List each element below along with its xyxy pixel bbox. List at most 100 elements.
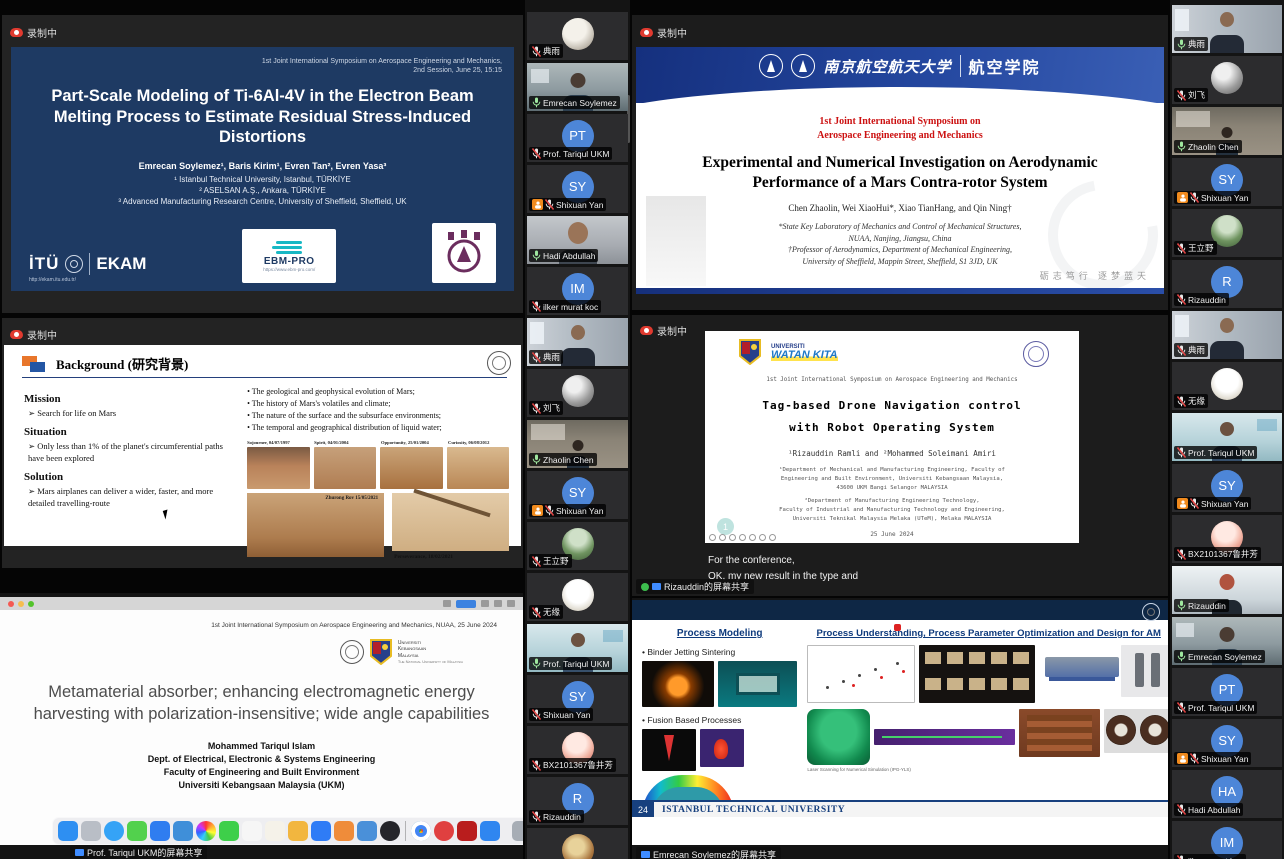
participant-tile[interactable]: SYShixuan Yan xyxy=(527,471,628,519)
shared-screen-panel-background[interactable]: 录制中 Background (研究背景) Mission ➢ Search f… xyxy=(2,318,523,568)
dock-icon-app-gray-1[interactable] xyxy=(512,821,523,841)
shared-screen-panel-nuaa[interactable]: 录制中 南京航空航天大学 航空学院 1st Joint Internationa… xyxy=(632,15,1168,310)
dock-icon-meeting[interactable] xyxy=(434,821,454,841)
participant-tile[interactable]: 典雨 xyxy=(1172,311,1282,359)
participant-tile[interactable]: RRizauddin xyxy=(1172,260,1282,308)
toolbar-active-icon[interactable] xyxy=(456,600,476,608)
titlebar-icons xyxy=(443,600,515,608)
participant-tile[interactable]: Hadi Abdullah xyxy=(527,216,628,264)
participant-tile[interactable]: Zhaolin Chen xyxy=(527,828,628,859)
shared-screen-panel-drone[interactable]: 录制中 UNIVERSITI WATAN KITA 1st Joint Inte… xyxy=(632,315,1168,596)
shared-screen-panel-metamaterial[interactable]: 1st Joint International Symposium on Aer… xyxy=(0,593,523,859)
participant-name-label: Shixuan Yan xyxy=(1174,191,1251,204)
participant-tile[interactable]: IMilker murat koc xyxy=(527,267,628,315)
solution-heading: Solution xyxy=(24,471,237,483)
nuaa-logo-icon xyxy=(759,54,783,78)
participant-tile[interactable]: 无缘 xyxy=(1172,362,1282,410)
screen-share-icon xyxy=(652,583,661,590)
participant-strip-left[interactable]: 典雨Emrecan SoylemezPTProf. Tariqul UKMSYS… xyxy=(525,0,630,859)
participant-name: Prof. Tariqul UKM xyxy=(543,659,609,669)
mic-muted-icon xyxy=(1177,243,1186,254)
dock-icon-facetime[interactable] xyxy=(219,821,239,841)
symposium-header: 1st Joint International Symposium on Aer… xyxy=(705,377,1079,383)
screen-share-icon xyxy=(75,849,84,856)
dock-icon-chrome[interactable] xyxy=(411,821,431,841)
participant-strip-right[interactable]: 典雨刘飞Zhaolin ChenSYShixuan Yan王立野RRizaudd… xyxy=(1170,0,1284,859)
dock-icon-launchpad[interactable] xyxy=(81,821,101,841)
window-zoom-icon[interactable] xyxy=(28,601,34,607)
toolbar-icon[interactable] xyxy=(494,600,502,607)
participant-tile[interactable]: BX2101367鲁井芳 xyxy=(1172,515,1282,563)
dock-icon-utilities[interactable] xyxy=(173,821,193,841)
participant-tile[interactable]: SYShixuan Yan xyxy=(527,165,628,213)
annotation-toolbar[interactable] xyxy=(709,534,776,541)
recording-badge-text: 录制中 xyxy=(27,25,57,40)
logo-row: İTÜ EKAM http://ekam.itu.edu.tr/ EBM-PRO… xyxy=(11,223,514,283)
participant-name-label: 王立野 xyxy=(1174,241,1217,255)
participant-tile[interactable]: IMilker murat koc xyxy=(1172,821,1282,859)
slide-header-band xyxy=(632,600,1168,620)
participant-tile[interactable]: Emrecan Soylemez xyxy=(527,63,628,111)
participant-tile[interactable]: 刘飞 xyxy=(527,369,628,417)
participant-tile[interactable]: PTProf. Tariqul UKM xyxy=(1172,668,1282,716)
participant-name: 典雨 xyxy=(543,351,560,363)
shared-screen-panel-ebm[interactable]: 录制中 1st Joint International Symposium on… xyxy=(2,15,523,313)
window-close-icon[interactable] xyxy=(8,601,14,607)
dock-icon-xcode[interactable] xyxy=(357,821,377,841)
toolbar-icon[interactable] xyxy=(507,600,515,607)
participant-tile[interactable]: Prof. Tariqul UKM xyxy=(1172,413,1282,461)
cad-bracket-image xyxy=(1039,645,1117,693)
participant-tile[interactable]: Prof. Tariqul UKM xyxy=(527,624,628,672)
participant-name-label: Emrecan Soylemez xyxy=(1174,650,1265,663)
participant-name-label: Shixuan Yan xyxy=(1174,497,1251,510)
dock-icon-calendar[interactable] xyxy=(242,821,262,841)
itu-seal-icon xyxy=(65,255,83,273)
participant-tile[interactable]: SYShixuan Yan xyxy=(1172,719,1282,767)
dock-icon-sphere[interactable] xyxy=(380,821,400,841)
participant-name-label: Rizauddin xyxy=(1174,599,1229,612)
slide-authors: ¹Rizauddin Ramli and ²Mohammed Soleimani… xyxy=(705,449,1079,458)
participant-tile[interactable]: PTProf. Tariqul UKM xyxy=(527,114,628,162)
dock-icon-photos[interactable] xyxy=(196,821,216,841)
participant-tile[interactable]: 无缘 xyxy=(527,573,628,621)
participant-tile[interactable]: SYShixuan Yan xyxy=(527,675,628,723)
participant-name-label: ilker murat koc xyxy=(1174,854,1246,859)
participant-tile[interactable]: Zhaolin Chen xyxy=(527,420,628,468)
dock-icon-preview-image[interactable] xyxy=(480,821,500,841)
participant-tile[interactable]: Emrecan Soylemez xyxy=(1172,617,1282,665)
toolbar-icon[interactable] xyxy=(481,600,489,607)
mic-muted-icon xyxy=(1177,447,1186,458)
participant-tile[interactable]: SYShixuan Yan xyxy=(1172,464,1282,512)
participant-tile[interactable]: 王立野 xyxy=(1172,209,1282,257)
dock-icon-mail[interactable] xyxy=(150,821,170,841)
laser-caption: Laser Scanning for Numerical Simulation … xyxy=(807,767,1168,772)
participant-tile[interactable]: 典雨 xyxy=(527,12,628,60)
participant-name-label: Hadi Abdullah xyxy=(529,249,598,262)
participant-name-label: Hadi Abdullah xyxy=(1174,803,1243,816)
participant-tile[interactable]: Zhaolin Chen xyxy=(1172,107,1282,155)
participant-tile[interactable]: 典雨 xyxy=(1172,5,1282,53)
dock-icon-pages[interactable] xyxy=(334,821,354,841)
dock-icon-keynote[interactable] xyxy=(311,821,331,841)
window-minimize-icon[interactable] xyxy=(18,601,24,607)
participant-tile[interactable]: Rizauddin xyxy=(1172,566,1282,614)
itu-ekam-logo: İTÜ EKAM xyxy=(29,253,146,275)
participant-tile[interactable]: 王立野 xyxy=(527,522,628,570)
participant-tile[interactable]: 刘飞 xyxy=(1172,56,1282,104)
dock-icon-safari[interactable] xyxy=(104,821,124,841)
dock-icon-acrobat[interactable] xyxy=(457,821,477,841)
participant-tile[interactable]: RRizauddin xyxy=(527,777,628,825)
participant-tile[interactable]: SYShixuan Yan xyxy=(1172,158,1282,206)
dock-icon-notes[interactable] xyxy=(265,821,285,841)
dock-icon-finder[interactable] xyxy=(58,821,78,841)
background-slide: Background (研究背景) Mission ➢ Search for l… xyxy=(4,345,521,546)
dock-icon-folder[interactable] xyxy=(288,821,308,841)
participant-name: 典雨 xyxy=(543,45,560,57)
dock-icon-messages[interactable] xyxy=(127,821,147,841)
participant-tile[interactable]: BX2101367鲁井芳 xyxy=(527,726,628,774)
participant-name: Zhaolin Chen xyxy=(1188,142,1239,152)
participant-tile[interactable]: 典雨 xyxy=(527,318,628,366)
shared-screen-panel-itu-am[interactable]: Process Modeling • Binder Jetting Sinter… xyxy=(632,598,1168,859)
toolbar-icon[interactable] xyxy=(443,600,451,607)
participant-tile[interactable]: HAHadi Abdullah xyxy=(1172,770,1282,818)
